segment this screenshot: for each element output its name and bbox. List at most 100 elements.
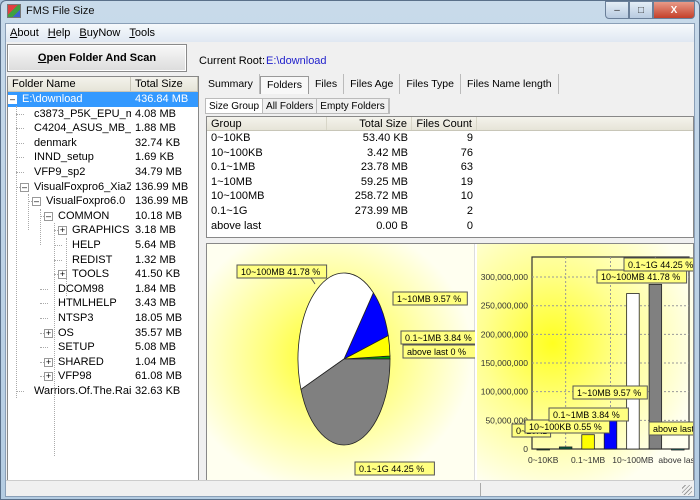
tree-row[interactable]: DCOM98 1.84 MB [8, 282, 198, 297]
bar-label-1-10mb: 1~10MB 9.57 % [572, 385, 648, 400]
y-tick-label: 100,000,000 [481, 387, 529, 397]
expand-icon[interactable]: + [44, 357, 53, 367]
tree-row[interactable]: + GRAPHICS 3.18 MB [8, 223, 198, 238]
collapse-icon[interactable]: – [32, 197, 41, 207]
y-tick-label: 300,000,000 [481, 272, 529, 282]
tree-size-cell: 35.57 MB [135, 326, 183, 339]
column-header-total-size[interactable]: Total Size [131, 77, 198, 91]
column-header-files-count[interactable]: Files Count [412, 117, 477, 130]
tree-node-label: SETUP [58, 341, 95, 354]
subtab-all-folders[interactable]: All Folders [263, 99, 318, 113]
tree-size-cell: 1.88 MB [135, 122, 176, 135]
tree-row[interactable]: NTSP3 18.05 MB [8, 311, 198, 326]
tree-size-cell: 1.84 MB [135, 282, 176, 295]
column-header-group[interactable]: Group [207, 117, 327, 130]
grid-row[interactable]: 0.1~1MB 23.78 MB 63 [207, 160, 693, 175]
expand-icon[interactable]: + [44, 372, 53, 382]
y-tick-label: 200,000,000 [481, 329, 529, 339]
collapse-icon[interactable]: – [8, 95, 17, 104]
grid-row[interactable]: 0~10KB 53.40 KB 9 [207, 131, 693, 146]
menu-label: ools [134, 27, 156, 39]
folder-tree[interactable]: Folder Name Total Size – E:\download 436.8… [7, 76, 199, 486]
tree-size-cell: 61.08 MB [135, 370, 183, 383]
grid-row[interactable]: 0.1~1G 273.99 MB 2 [207, 204, 693, 219]
group-cell: above last [211, 219, 262, 232]
tree-name-cell: – VisualFoxpro6.0 [8, 194, 131, 209]
chart-area: 10~100MB 41.78 % 1~10MB 9.57 % 0.1~1MB 3.8… [206, 243, 700, 493]
expand-icon[interactable]: + [58, 226, 67, 236]
tree-row[interactable]: – COMMON 10.18 MB [8, 209, 198, 224]
pie-label-0-1-1mb: 0.1~1MB 3.84 % [400, 330, 481, 345]
pie-chart: 10~100MB 41.78 % 1~10MB 9.57 % 0.1~1MB 3.8… [236, 264, 483, 476]
tree-row[interactable]: –VisualFoxpro6_XiaZaiBa 136.99 MB [8, 180, 198, 195]
menu-tools[interactable]: Tools [129, 27, 155, 39]
status-pane [480, 483, 692, 496]
menu-help[interactable]: Help [48, 27, 71, 39]
collapse-icon[interactable]: – [20, 182, 29, 192]
maximize-button[interactable]: □ [629, 1, 653, 19]
resize-grip[interactable] [682, 485, 692, 495]
tree-node-label: SHARED [58, 355, 104, 368]
column-header-folder-name[interactable]: Folder Name [8, 77, 131, 91]
open-folder-and-scan-button[interactable]: Open Folder And Scan [7, 44, 187, 72]
tree-size-cell: 4.08 MB [135, 107, 176, 120]
files-count-cell: 63 [460, 161, 473, 174]
tab-folders[interactable]: Folders [259, 76, 309, 94]
tree-row[interactable]: denmark 32.74 KB [8, 136, 198, 151]
tree-row[interactable]: SETUP 5.08 MB [8, 340, 198, 355]
tree-guide-line [40, 209, 41, 245]
tab-files-type[interactable]: Files Type [400, 74, 461, 94]
tree-row[interactable]: C4204_ASUS_MB_setup 1.88 MB [8, 121, 198, 136]
expand-icon[interactable]: + [44, 328, 53, 338]
tree-size-cell: 5.64 MB [135, 238, 176, 251]
svg-text:10~100MB 41.78 %: 10~100MB 41.78 % [601, 272, 680, 282]
tree-node-label: HTMLHELP [58, 297, 117, 310]
menu-accel: H [47, 27, 56, 39]
tree-name-cell: –VisualFoxpro6_XiaZaiBa [8, 180, 131, 195]
collapse-icon[interactable]: – [44, 211, 53, 221]
subtab-empty-folders[interactable]: Empty Folders [317, 99, 389, 113]
subtab-size-group[interactable]: Size Group [206, 99, 264, 113]
tree-row[interactable]: HTMLHELP 3.43 MB [8, 296, 198, 311]
app-icon [7, 4, 21, 18]
tree-row[interactable]: + OS 35.57 MB [8, 326, 198, 341]
tree-row[interactable]: – E:\download 436.84 MB [8, 92, 198, 107]
grid-row[interactable]: 1~10MB 59.25 MB 19 [207, 175, 693, 190]
tab-summary[interactable]: Summary [202, 74, 260, 94]
tree-row[interactable]: REDIST 1.32 MB [8, 253, 198, 268]
bar [536, 448, 550, 451]
tree-node-label: VFP9_sp2 [34, 165, 86, 178]
tab-files-age[interactable]: Files Age [344, 74, 401, 94]
tab-files[interactable]: Files [309, 74, 345, 94]
tab-files-name-length[interactable]: Files Name length [461, 74, 559, 94]
tree-row[interactable]: – VisualFoxpro6.0 136.99 MB [8, 194, 198, 209]
tree-row[interactable]: + VFP98 61.08 MB [8, 369, 198, 384]
menu-bar: About Help BuyNow Tools [6, 24, 694, 42]
menu-about[interactable]: About [10, 27, 39, 39]
size-group-grid[interactable]: Group Total Size Files Count 0~10KB 53.40… [206, 116, 694, 238]
grid-row[interactable]: above last 0.00 B 0 [207, 219, 693, 234]
bar [671, 448, 685, 451]
tree-row[interactable]: INND_setup 1.69 KB [8, 150, 198, 165]
tree-size-cell: 3.43 MB [135, 297, 176, 310]
grid-row[interactable]: 10~100MB 258.72 MB 10 [207, 189, 693, 204]
minimize-button[interactable]: – [605, 1, 629, 19]
title-bar[interactable]: FMS File Size – □ X [1, 1, 699, 21]
tree-connector [16, 390, 24, 392]
tree-name-cell: + GRAPHICS [8, 223, 131, 238]
files-count-cell: 9 [466, 132, 473, 144]
tree-row[interactable]: + SHARED 1.04 MB [8, 355, 198, 370]
close-button[interactable]: X [653, 1, 695, 19]
tree-name-cell: SETUP [8, 340, 131, 355]
files-count-cell: 76 [460, 146, 473, 159]
column-header-total-size[interactable]: Total Size [327, 117, 412, 130]
tree-row[interactable]: HELP 5.64 MB [8, 238, 198, 253]
menu-buynow[interactable]: BuyNow [79, 27, 120, 39]
tree-row[interactable]: VFP9_sp2 34.79 MB [8, 165, 198, 180]
tree-row[interactable]: Warriors.Of.The.Rainbow... 32.63 KB [8, 384, 198, 399]
tree-row[interactable]: c3873_P5K_EPU_manual 4.08 MB [8, 107, 198, 122]
tree-connector [40, 347, 48, 349]
tree-row[interactable]: + TOOLS 41.50 KB [8, 267, 198, 282]
grid-row[interactable]: 10~100KB 3.42 MB 76 [207, 146, 693, 161]
total-size-cell: 258.72 MB [354, 190, 408, 203]
